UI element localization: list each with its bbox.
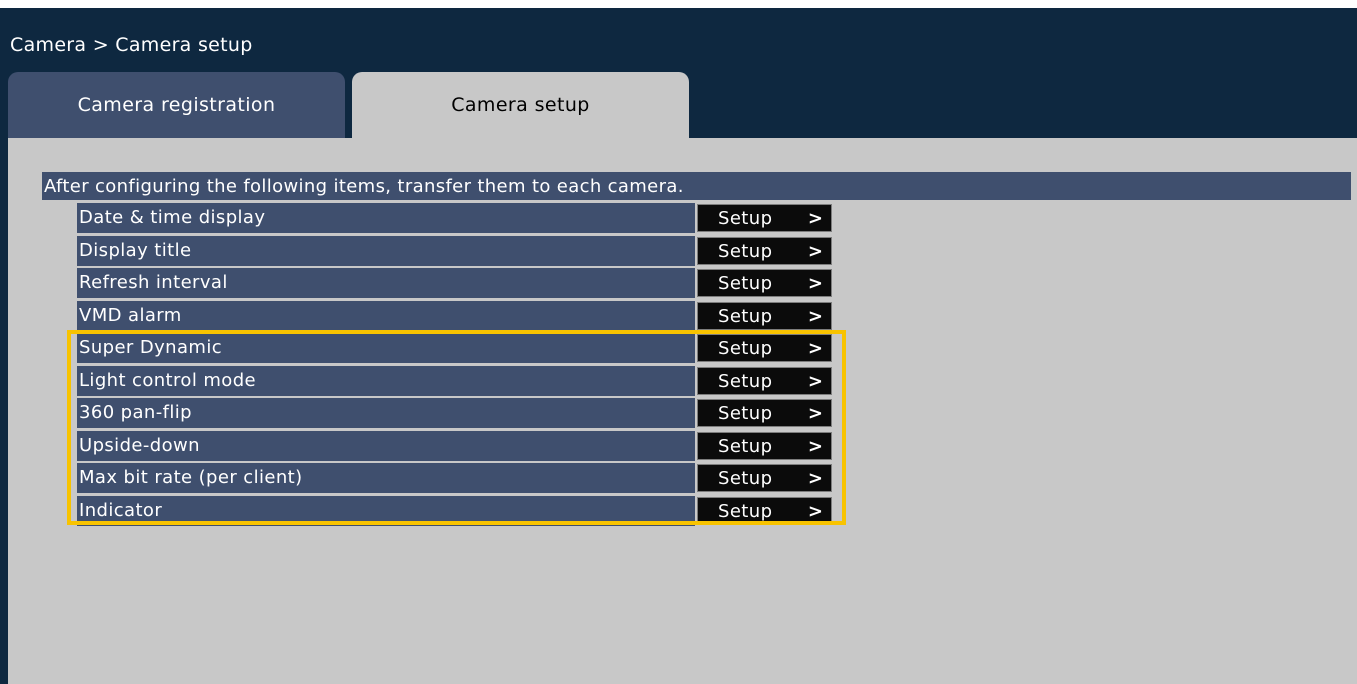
setup-button-label: Setup	[718, 435, 773, 457]
item-label: Date & time display	[77, 203, 695, 233]
chevron-right-icon: >	[807, 370, 823, 392]
item-label: VMD alarm	[77, 300, 695, 331]
setup-button-label: Setup	[718, 468, 773, 490]
setup-button-label: Setup	[718, 500, 773, 522]
setup-button-label: Setup	[718, 305, 773, 327]
chevron-right-icon: >	[807, 208, 823, 229]
list-item: Light control mode Setup >	[77, 365, 833, 396]
list-item: 360 pan-flip Setup >	[77, 398, 833, 429]
instruction-banner: After configuring the following items, t…	[42, 172, 1351, 200]
setup-button[interactable]: Setup >	[697, 334, 832, 363]
list-item: VMD alarm Setup >	[77, 300, 833, 331]
item-label: Indicator	[77, 495, 695, 526]
item-label: Refresh interval	[77, 268, 695, 299]
setup-button[interactable]: Setup >	[697, 269, 832, 298]
tab-camera-setup[interactable]: Camera setup	[352, 72, 689, 138]
list-item: Display title Setup >	[77, 235, 833, 266]
chevron-right-icon: >	[807, 435, 823, 457]
list-item: Max bit rate (per client) Setup >	[77, 463, 833, 494]
setup-button[interactable]: Setup >	[697, 366, 832, 395]
item-label: Light control mode	[77, 365, 695, 396]
setup-button-label: Setup	[718, 273, 773, 295]
chevron-right-icon: >	[807, 240, 823, 262]
setup-button-label: Setup	[718, 240, 773, 262]
breadcrumb: Camera > Camera setup	[10, 34, 253, 56]
item-label: Display title	[77, 235, 695, 266]
chevron-right-icon: >	[807, 403, 823, 425]
settings-list: Date & time display Setup > Display titl…	[77, 203, 833, 528]
setup-button[interactable]: Setup >	[697, 399, 832, 428]
setup-button[interactable]: Setup >	[697, 204, 832, 232]
list-item: Upside-down Setup >	[77, 430, 833, 461]
list-item: Date & time display Setup >	[77, 203, 833, 233]
item-label: Upside-down	[77, 430, 695, 461]
setup-button[interactable]: Setup >	[697, 464, 832, 493]
setup-button-label: Setup	[718, 208, 773, 229]
item-label: 360 pan-flip	[77, 398, 695, 429]
setup-button[interactable]: Setup >	[697, 236, 832, 265]
setup-button[interactable]: Setup >	[697, 301, 832, 330]
setup-button-label: Setup	[718, 403, 773, 425]
list-item: Indicator Setup >	[77, 495, 833, 526]
list-item: Refresh interval Setup >	[77, 268, 833, 299]
tab-camera-registration[interactable]: Camera registration	[8, 72, 345, 138]
chevron-right-icon: >	[807, 273, 823, 295]
camera-setup-window: Camera > Camera setup Camera registratio…	[0, 0, 1357, 684]
setup-button[interactable]: Setup >	[697, 431, 832, 460]
setup-button[interactable]: Setup >	[697, 496, 832, 525]
chevron-right-icon: >	[807, 468, 823, 490]
item-label: Super Dynamic	[77, 333, 695, 364]
chevron-right-icon: >	[807, 305, 823, 327]
setup-button-label: Setup	[718, 370, 773, 392]
chevron-right-icon: >	[807, 338, 823, 360]
left-edge-border	[0, 138, 8, 684]
setup-button-label: Setup	[718, 338, 773, 360]
chevron-right-icon: >	[807, 500, 823, 522]
item-label: Max bit rate (per client)	[77, 463, 695, 494]
list-item: Super Dynamic Setup >	[77, 333, 833, 364]
